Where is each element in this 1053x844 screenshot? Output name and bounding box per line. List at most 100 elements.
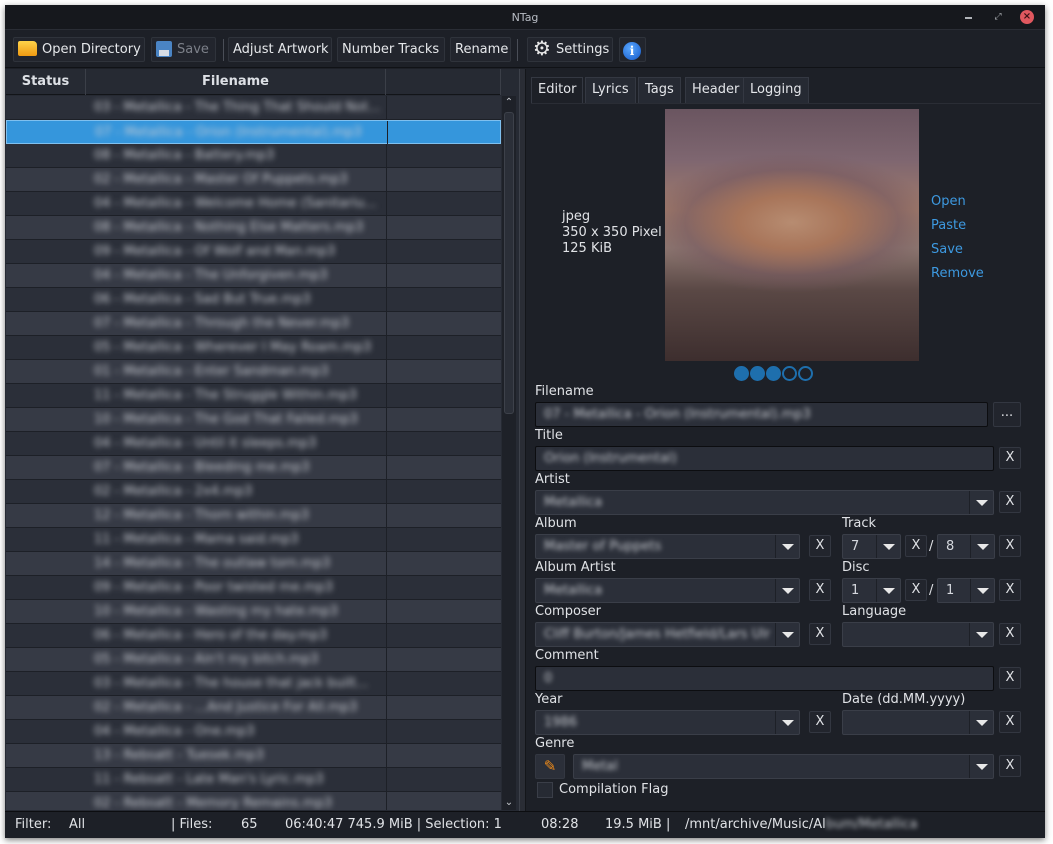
album-artwork-image[interactable] (665, 109, 919, 361)
scrollbar-thumb[interactable] (504, 112, 514, 414)
close-button[interactable]: × (1020, 10, 1034, 24)
disc-total-combobox[interactable]: 1 (937, 578, 995, 603)
clear-album-artist-button[interactable]: X (809, 579, 831, 601)
dropdown-arrow-icon[interactable] (775, 623, 799, 646)
vertical-scrollbar[interactable]: ⌃ ⌄ (502, 96, 516, 810)
dropdown-arrow-icon[interactable] (969, 755, 993, 778)
table-row[interactable]: 04 - Metallica - Welcome Home (Sanitariu… (6, 192, 501, 216)
dropdown-arrow-icon[interactable] (775, 535, 799, 558)
dropdown-arrow-icon[interactable] (969, 491, 993, 514)
maximize-button[interactable]: ⤢ (991, 10, 1005, 24)
edit-genre-button[interactable]: ✎ (535, 754, 565, 779)
tab-editor[interactable]: Editor (531, 77, 584, 103)
table-row[interactable]: 10 - Metallica - The God That Failed.mp3 (6, 408, 501, 432)
table-row[interactable]: 11 - Metallica - Mama said.mp3 (6, 528, 501, 552)
clear-genre-button[interactable]: X (999, 755, 1021, 777)
disc-number-combobox[interactable]: 1 (842, 578, 901, 603)
clear-track-button[interactable]: X (905, 535, 927, 557)
clear-language-button[interactable]: X (999, 623, 1021, 645)
artwork-page-dot[interactable] (766, 366, 781, 381)
table-row[interactable]: 02 - Rebsatt - Memory Remains.mp3 (6, 792, 501, 810)
table-row[interactable]: 07 - Metallica - Bleeding me.mp3 (6, 456, 501, 480)
dropdown-arrow-icon[interactable] (876, 579, 900, 602)
table-row[interactable]: 02 - Metallica - ...And Justice For All.… (6, 696, 501, 720)
clear-date-button[interactable]: X (999, 711, 1021, 733)
clear-comment-button[interactable]: X (999, 667, 1021, 689)
dropdown-arrow-icon[interactable] (969, 623, 993, 646)
column-header-status[interactable]: Status (6, 69, 86, 95)
track-number-combobox[interactable]: 7 (842, 534, 901, 559)
dropdown-arrow-icon[interactable] (775, 711, 799, 734)
browse-filename-button[interactable]: ... (993, 402, 1021, 427)
artwork-remove-link[interactable]: Remove (931, 262, 984, 286)
table-row[interactable]: 11 - Rebsatt - Late Man's Lyric.mp3 (6, 768, 501, 792)
minimize-button[interactable] (963, 10, 977, 24)
date-combobox[interactable] (842, 710, 994, 735)
table-row[interactable]: 08 - Metallica - Nothing Else Matters.mp… (6, 216, 501, 240)
tab-logging[interactable]: Logging (743, 77, 809, 103)
table-row[interactable]: 03 - Metallica - The house that jack bui… (6, 672, 501, 696)
table-row[interactable]: 14 - Metallica - The outlaw torn.mp3 (6, 552, 501, 576)
table-row[interactable]: 10 - Metallica - Wasting my hate.mp3 (6, 600, 501, 624)
clear-track-total-button[interactable]: X (999, 535, 1021, 557)
clear-artist-button[interactable]: X (999, 491, 1021, 513)
table-row[interactable]: 09 - Metallica - Poor twisted me.mp3 (6, 576, 501, 600)
table-row[interactable]: 04 - Metallica - One.mp3 (6, 720, 501, 744)
tab-tags[interactable]: Tags (638, 77, 681, 103)
clear-composer-button[interactable]: X (809, 623, 831, 645)
table-row[interactable]: 02 - Metallica - Master Of Puppets.mp3 (6, 168, 501, 192)
column-header-filename[interactable]: Filename (86, 69, 386, 95)
dropdown-arrow-icon[interactable] (775, 579, 799, 602)
clear-disc-total-button[interactable]: X (999, 579, 1021, 601)
table-row[interactable]: 07 - Metallica - Through the Never.mp3 (6, 312, 501, 336)
table-row[interactable]: 09 - Metallica - Of Wolf and Man.mp3 (6, 240, 501, 264)
column-header-extra[interactable] (386, 69, 501, 95)
artist-combobox[interactable]: Metallica (535, 490, 994, 515)
artwork-page-dot[interactable] (734, 366, 749, 381)
filename-input[interactable]: 07 - Metallica - Orion (Instrumental).mp… (535, 402, 988, 427)
clear-year-button[interactable]: X (809, 711, 831, 733)
genre-combobox[interactable]: Metal (573, 754, 994, 779)
scroll-down-arrow-icon[interactable]: ⌄ (502, 796, 516, 810)
title-input[interactable]: Orion (Instrumental) (535, 446, 994, 471)
dropdown-arrow-icon[interactable] (970, 535, 994, 558)
table-row[interactable]: 06 - Metallica - Sad But True.mp3 (6, 288, 501, 312)
dropdown-arrow-icon[interactable] (970, 579, 994, 602)
table-row[interactable]: 11 - Metallica - The Struggle Within.mp3 (6, 384, 501, 408)
language-combobox[interactable] (842, 622, 994, 647)
artwork-page-dot[interactable] (782, 366, 797, 381)
artwork-page-dot[interactable] (750, 366, 765, 381)
year-combobox[interactable]: 1986 (535, 710, 800, 735)
save-button[interactable]: Save (151, 37, 216, 62)
artwork-page-dot[interactable] (798, 366, 813, 381)
number-tracks-button[interactable]: Number Tracks (337, 37, 445, 62)
album-combobox[interactable]: Master of Puppets (535, 534, 800, 559)
artwork-save-link[interactable]: Save (931, 238, 984, 262)
table-row[interactable]: 05 - Metallica - Ain't my bitch.mp3 (6, 648, 501, 672)
table-row[interactable]: 07 - Metallica - Orion (Instrumental).mp… (6, 120, 501, 145)
table-row[interactable]: 13 - Rebsatt - Tuesek.mp3 (6, 744, 501, 768)
panel-splitter[interactable] (519, 69, 526, 811)
dropdown-arrow-icon[interactable] (969, 711, 993, 734)
artwork-open-link[interactable]: Open (931, 190, 984, 214)
clear-album-button[interactable]: X (809, 535, 831, 557)
compilation-checkbox[interactable] (537, 782, 553, 798)
open-directory-button[interactable]: Open Directory (13, 37, 145, 62)
table-row[interactable]: 03 - Metallica - The Thing That Should N… (6, 96, 501, 120)
clear-title-button[interactable]: X (999, 447, 1021, 469)
table-row[interactable]: 12 - Metallica - Thorn within.mp3 (6, 504, 501, 528)
tab-header[interactable]: Header (685, 77, 747, 103)
table-row[interactable]: 04 - Metallica - Until it sleeps.mp3 (6, 432, 501, 456)
table-row[interactable]: 01 - Metallica - Enter Sandman.mp3 (6, 360, 501, 384)
album-artist-combobox[interactable]: Metallica (535, 578, 800, 603)
table-row[interactable]: 02 - Metallica - 2x4.mp3 (6, 480, 501, 504)
table-row[interactable]: 04 - Metallica - The Unforgiven.mp3 (6, 264, 501, 288)
artwork-paste-link[interactable]: Paste (931, 214, 984, 238)
comment-input[interactable]: 0 (535, 666, 994, 691)
scroll-up-arrow-icon[interactable]: ⌃ (502, 96, 516, 110)
composer-combobox[interactable]: Cliff Burton/James Hetfield/Lars Ulr (535, 622, 800, 647)
track-total-combobox[interactable]: 8 (937, 534, 995, 559)
adjust-artwork-button[interactable]: Adjust Artwork (228, 37, 332, 62)
clear-disc-button[interactable]: X (905, 579, 927, 601)
dropdown-arrow-icon[interactable] (876, 535, 900, 558)
